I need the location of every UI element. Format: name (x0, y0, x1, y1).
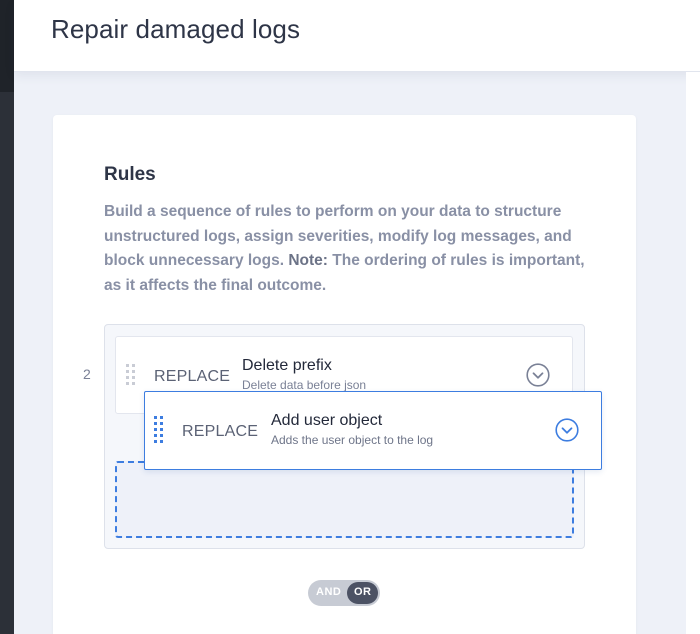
rules-description: Build a sequence of rules to perform on … (104, 200, 594, 298)
rule-item-add-user-object[interactable]: REPLACE Add user object Adds the user ob… (144, 391, 602, 470)
page-title: Repair damaged logs (51, 14, 301, 44)
toggle-or-option-selected[interactable]: OR (347, 582, 378, 604)
chevron-down-circle-icon[interactable] (555, 418, 579, 442)
drag-handle-icon[interactable] (154, 416, 163, 443)
rule-subtitle: Delete data before json (242, 378, 367, 392)
app-sidebar-strip (0, 0, 14, 634)
rule-name: Add user object (271, 412, 383, 429)
toggle-or-label: OR (354, 586, 372, 598)
rules-note-label: Note: (288, 252, 328, 269)
rule-subtitle: Adds the user object to the log (271, 433, 434, 447)
rule-name: Delete prefix (242, 357, 332, 374)
rule-row-number: 2 (83, 366, 91, 382)
rule-type-label: REPLACE (154, 368, 231, 385)
right-edge-panel (686, 72, 700, 634)
drag-handle-icon[interactable] (126, 364, 135, 385)
rule-type-label: REPLACE (182, 423, 259, 440)
app-sidebar-top (0, 0, 14, 92)
rule-drop-zone[interactable] (115, 461, 574, 538)
toggle-and-option[interactable]: AND (316, 586, 341, 598)
rules-heading: Rules (104, 164, 156, 185)
page-header: Repair damaged logs (14, 0, 700, 72)
chevron-down-circle-icon[interactable] (526, 363, 550, 387)
and-or-toggle[interactable]: AND OR (308, 580, 380, 606)
